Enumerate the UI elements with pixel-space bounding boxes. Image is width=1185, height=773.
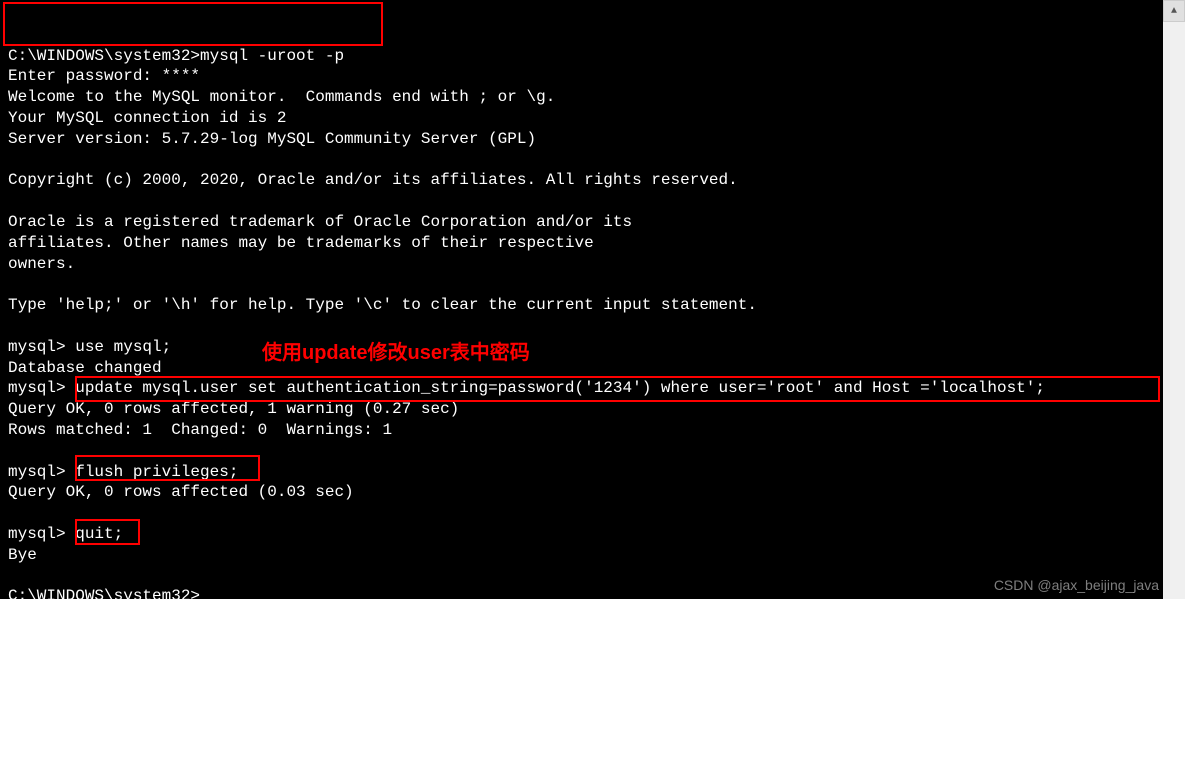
terminal-line: Enter password: **** [8, 66, 1155, 87]
terminal-line [8, 274, 1155, 295]
vertical-scrollbar[interactable]: ▲ [1163, 0, 1185, 599]
highlight-box-login [3, 2, 383, 46]
chevron-up-icon: ▲ [1171, 6, 1177, 17]
terminal-line: mysql> update mysql.user set authenticat… [8, 378, 1155, 399]
terminal-line: owners. [8, 254, 1155, 275]
terminal-line: Bye [8, 545, 1155, 566]
terminal-line: Query OK, 0 rows affected, 1 warning (0.… [8, 399, 1155, 420]
terminal-line: Database changed [8, 358, 1155, 379]
terminal-line [8, 441, 1155, 462]
terminal-line: Server version: 5.7.29-log MySQL Communi… [8, 129, 1155, 150]
terminal-line: affiliates. Other names may be trademark… [8, 233, 1155, 254]
terminal-line: Rows matched: 1 Changed: 0 Warnings: 1 [8, 420, 1155, 441]
terminal-line: Oracle is a registered trademark of Orac… [8, 212, 1155, 233]
annotation-text: 使用update修改user表中密码 [262, 340, 530, 366]
terminal-line: mysql> use mysql; [8, 337, 1155, 358]
terminal-line: mysql> quit; [8, 524, 1155, 545]
terminal-line: Query OK, 0 rows affected (0.03 sec) [8, 482, 1155, 503]
terminal-content: C:\WINDOWS\system32>mysql -uroot -pEnter… [8, 46, 1155, 608]
terminal-line: Your MySQL connection id is 2 [8, 108, 1155, 129]
terminal-line [8, 191, 1155, 212]
terminal-line: Copyright (c) 2000, 2020, Oracle and/or … [8, 170, 1155, 191]
terminal-line [8, 503, 1155, 524]
terminal-line: Welcome to the MySQL monitor. Commands e… [8, 87, 1155, 108]
scroll-up-button[interactable]: ▲ [1163, 0, 1185, 22]
terminal-line [8, 566, 1155, 587]
terminal-window[interactable]: C:\WINDOWS\system32>mysql -uroot -pEnter… [0, 0, 1163, 599]
terminal-line: C:\WINDOWS\system32>mysql -uroot -p [8, 46, 1155, 67]
terminal-line: C:\WINDOWS\system32> [8, 586, 1155, 607]
terminal-line [8, 150, 1155, 171]
watermark-text: CSDN @ajax_beijing_java [994, 577, 1159, 593]
terminal-line: mysql> flush privileges; [8, 462, 1155, 483]
terminal-line [8, 316, 1155, 337]
terminal-line: Type 'help;' or '\h' for help. Type '\c'… [8, 295, 1155, 316]
